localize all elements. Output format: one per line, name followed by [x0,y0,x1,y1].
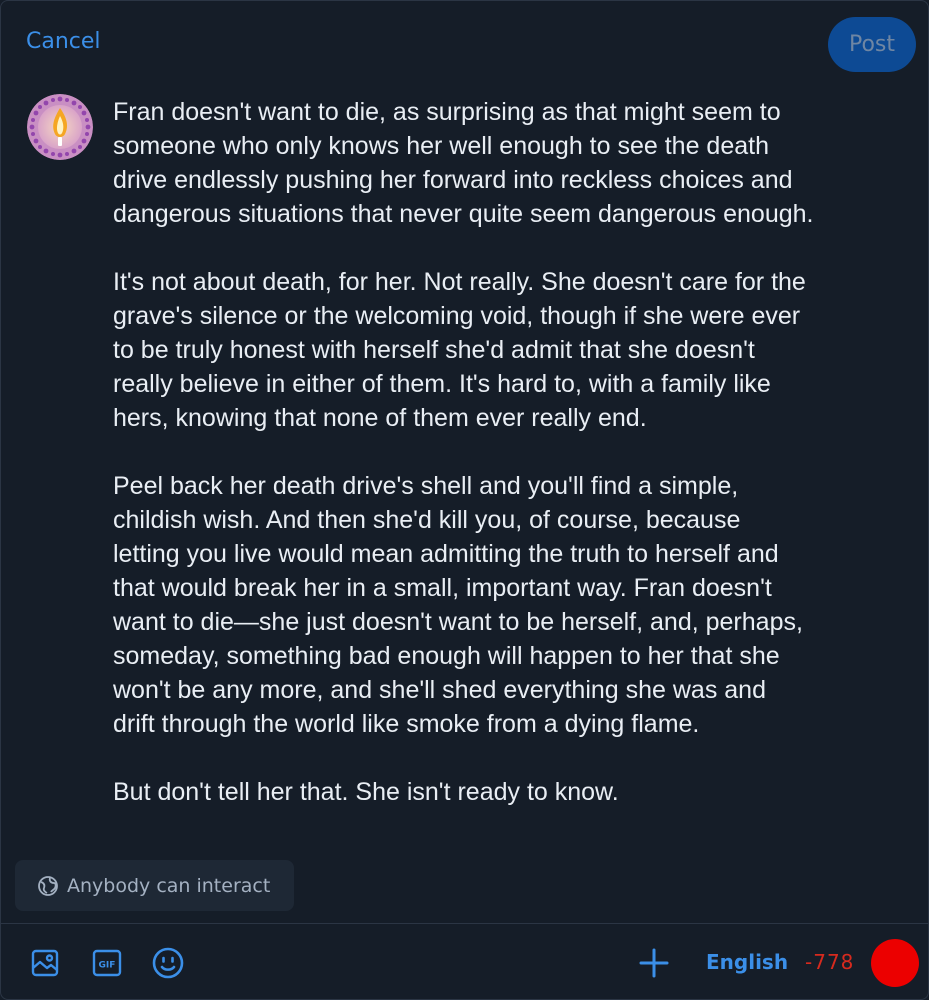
svg-text:GIF: GIF [99,961,116,971]
interaction-settings-button[interactable]: Anybody can interact [15,860,294,911]
character-counter: -778 [805,950,855,974]
gif-icon[interactable]: GIF [87,943,127,983]
character-limit-indicator [871,939,919,987]
cancel-button[interactable]: Cancel [26,29,101,54]
post-text-input[interactable]: Fran doesn't want to die, as surprising … [113,95,903,809]
interaction-settings-label: Anybody can interact [67,874,271,897]
language-selector[interactable]: English [706,950,788,974]
globe-icon [37,875,59,897]
plus-icon[interactable] [634,943,674,983]
avatar[interactable] [27,94,93,160]
post-button[interactable]: Post [828,17,916,72]
emoji-icon[interactable] [148,943,188,983]
post-composer: Cancel Post Fran doesn't want to die, as… [0,0,929,1000]
candle-flame-avatar-icon [27,94,93,160]
image-icon[interactable] [25,943,65,983]
toolbar-divider [1,923,928,924]
